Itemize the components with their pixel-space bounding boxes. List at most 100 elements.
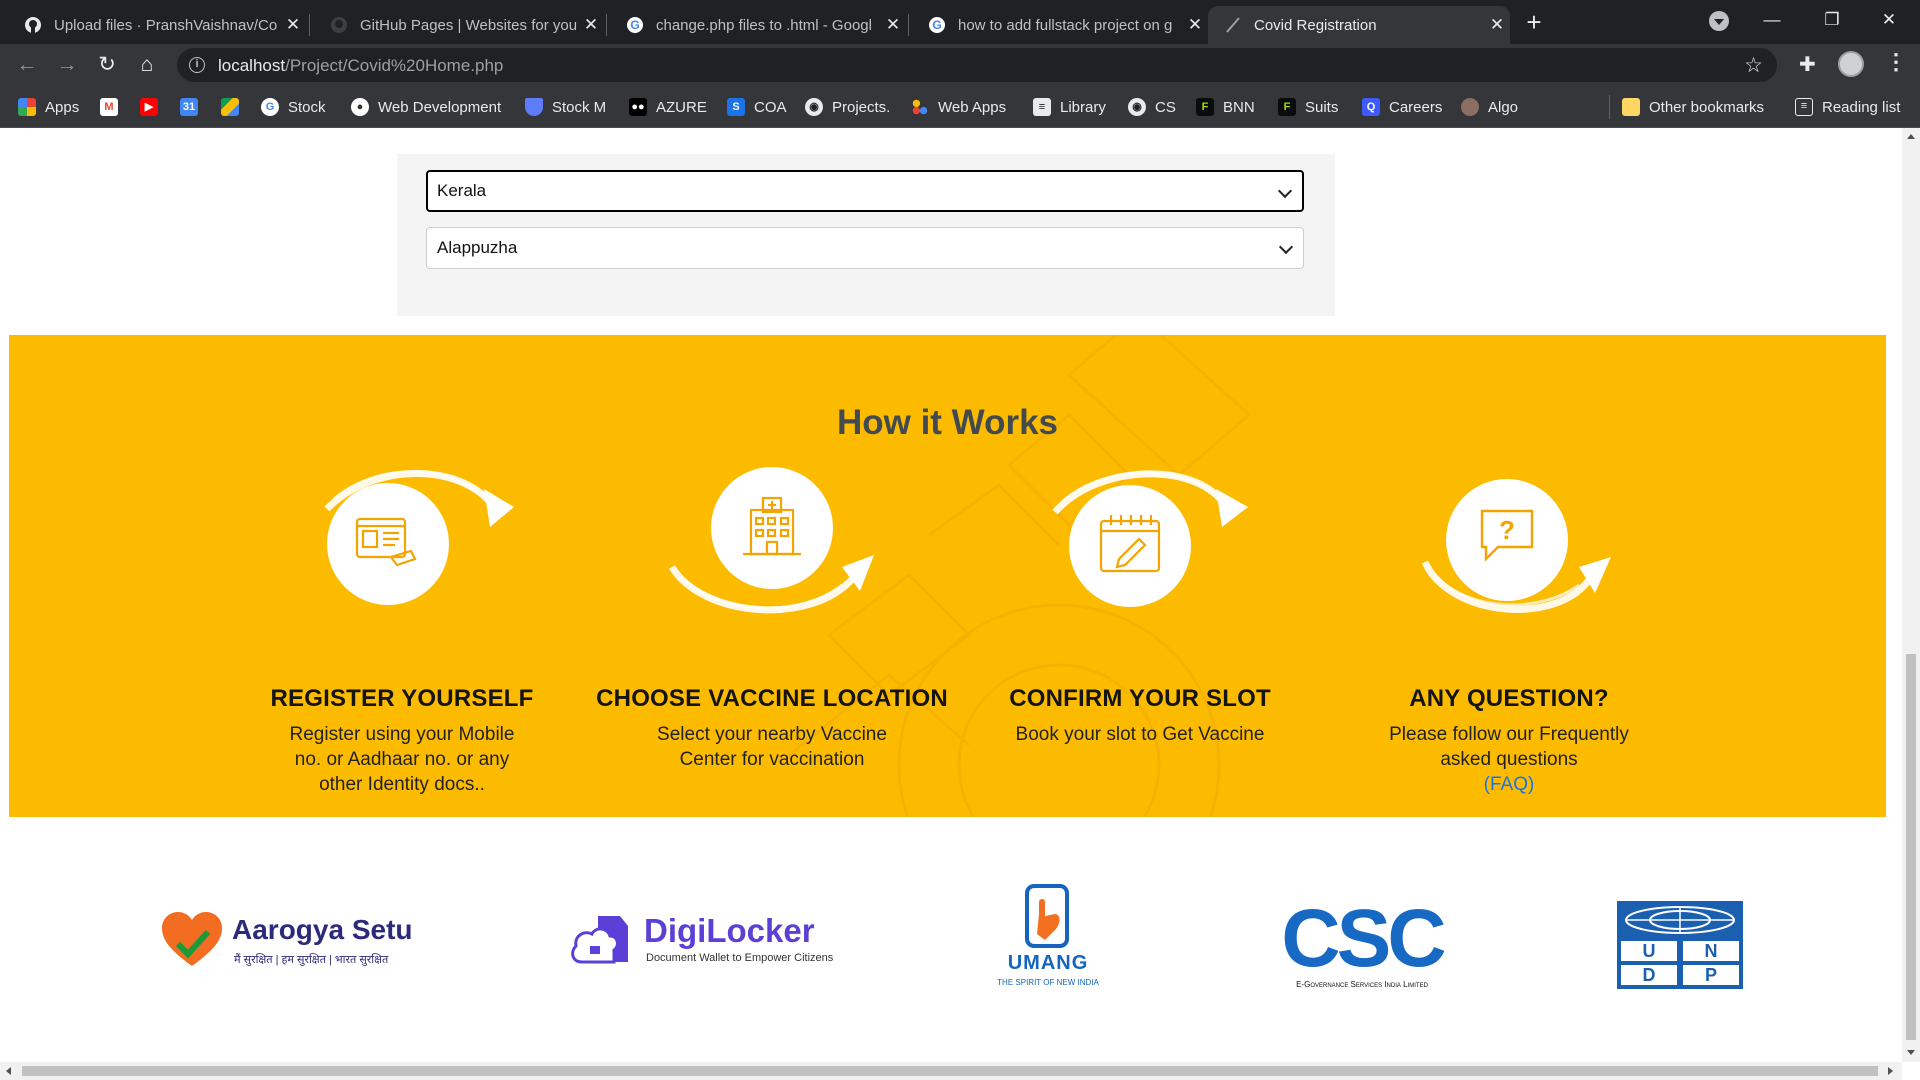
undp-logo[interactable]: U N D P <box>1617 901 1743 989</box>
forward-icon[interactable]: → <box>51 49 83 81</box>
close-icon[interactable]: ✕ <box>578 15 604 35</box>
step-description: Book your slot to Get Vaccine <box>1015 724 1265 745</box>
browser-tab-4[interactable]: G how to add fullstack project on g ✕ <box>912 6 1208 44</box>
scroll-up-icon[interactable] <box>1907 134 1915 139</box>
how-it-works-section: How it Works REGISTER YOURSELF Register … <box>9 335 1886 817</box>
csc-logo[interactable]: CSC E-Governance Services India Limited <box>1272 898 1452 996</box>
browser-tab-active[interactable]: Covid Registration ✕ <box>1208 6 1510 44</box>
google-icon: G <box>928 16 946 34</box>
window-close-icon[interactable]: ✕ <box>1866 0 1912 40</box>
close-icon[interactable]: ✕ <box>1182 15 1208 35</box>
google-icon: G <box>261 98 279 116</box>
step-description: Register using your Mobile no. or Aadhaa… <box>289 724 515 795</box>
restore-icon[interactable]: ❐ <box>1809 0 1855 40</box>
back-icon[interactable]: ← <box>11 49 43 81</box>
browser-tab-1[interactable]: Upload files · PranshVaishnav/Co ✕ <box>8 6 306 44</box>
bookmark-suits[interactable]: F Suits <box>1278 95 1338 119</box>
id-card-icon <box>355 517 417 567</box>
vertical-scrollbar[interactable] <box>1902 128 1920 1062</box>
bookmark-youtube[interactable]: ▶ <box>140 95 167 119</box>
bookmark-library[interactable]: ≡ Library <box>1033 95 1106 119</box>
bookmark-label: Stock <box>288 98 326 116</box>
reading-list[interactable]: ≡ Reading list <box>1795 95 1900 119</box>
other-bookmarks[interactable]: Other bookmarks <box>1622 95 1764 119</box>
step-any-question: ? ANY QUESTION? Please follow our Freque… <box>1329 467 1689 797</box>
aarogya-setu-logo[interactable]: Aarogya Setu मैं सुरक्षित | हम सुरक्षित … <box>160 912 413 972</box>
reload-icon[interactable]: ↻ <box>91 49 123 81</box>
faq-link[interactable]: (FAQ) <box>1484 774 1535 795</box>
umang-logo[interactable]: UMANG THE SPIRIT OF NEW INDIA <box>983 884 1113 998</box>
address-bar[interactable]: i localhost/Project/Covid%20Home.php ☆ <box>177 48 1777 82</box>
bookmark-web-development[interactable]: ● Web Development <box>351 95 501 119</box>
close-icon[interactable]: ✕ <box>880 15 906 35</box>
bookmark-cs[interactable]: ◉ CS <box>1128 95 1176 119</box>
horizontal-scroll-thumb[interactable] <box>22 1066 1878 1076</box>
digilocker-logo[interactable]: DigiLocker Document Wallet to Empower Ci… <box>568 912 833 972</box>
bookmark-careers[interactable]: Q Careers <box>1362 95 1442 119</box>
bookmark-stock-m[interactable]: Stock M <box>525 95 606 119</box>
bookmark-apps[interactable]: Apps <box>18 95 79 119</box>
calendar-edit-icon <box>1099 515 1161 573</box>
scroll-right-icon[interactable] <box>1888 1067 1893 1075</box>
browser-tab-3[interactable]: G change.php files to .html - Googl ✕ <box>610 6 906 44</box>
bookmark-drive[interactable] <box>221 95 248 119</box>
url-path: /Project/Covid%20Home.php <box>285 56 504 75</box>
tab-search-icon[interactable] <box>1709 11 1729 31</box>
url-text[interactable]: localhost/Project/Covid%20Home.php <box>218 56 503 76</box>
folder-icon <box>1622 98 1640 116</box>
step-illustration <box>222 467 582 627</box>
f-icon: F <box>1196 98 1214 116</box>
bookmark-label: Suits <box>1305 98 1339 116</box>
tab-divider <box>606 14 607 36</box>
bookmark-gmail[interactable]: M <box>100 95 127 119</box>
scroll-down-icon[interactable] <box>1907 1050 1915 1055</box>
medium-icon: ●● <box>629 98 647 116</box>
bookmark-bnn[interactable]: F BNN <box>1196 95 1255 119</box>
state-select[interactable]: Kerala <box>426 170 1304 212</box>
horizontal-scrollbar[interactable] <box>0 1062 1902 1080</box>
bookmark-calendar[interactable]: 31 <box>180 95 207 119</box>
bookmark-azure[interactable]: ●● AZURE <box>629 95 707 119</box>
minimize-icon[interactable]: — <box>1749 0 1795 40</box>
bookmark-label: BNN <box>1223 98 1255 116</box>
gmail-icon: M <box>100 98 118 116</box>
bookmark-web-apps[interactable]: Web Apps <box>911 95 1006 119</box>
bookmark-label: Apps <box>45 98 80 116</box>
site-info-icon[interactable]: i <box>189 57 205 73</box>
bookmark-label: COA <box>754 98 787 116</box>
f-icon: F <box>1278 98 1296 116</box>
new-tab-button[interactable]: + <box>1518 6 1550 38</box>
browser-tab-2[interactable]: GitHub Pages | Websites for you ✕ <box>314 6 604 44</box>
drive-icon <box>221 98 239 116</box>
bookmark-projects[interactable]: ◉ Projects. <box>805 95 890 119</box>
profile-avatar[interactable] <box>1838 51 1864 77</box>
hospital-icon <box>743 496 801 556</box>
page-viewport: Kerala Alappuzha How it Works REGISTER Y… <box>0 128 1902 1062</box>
s-icon: S <box>727 98 745 116</box>
aarogya-setu-name: Aarogya Setu <box>232 914 413 945</box>
digilocker-name: DigiLocker <box>644 912 815 949</box>
emblem-icon <box>1461 98 1479 116</box>
umang-name: UMANG <box>1007 952 1089 974</box>
svg-text:G: G <box>630 18 639 32</box>
tab-divider <box>309 14 310 36</box>
tab-title: Upload files · PranshVaishnav/Co <box>54 16 278 34</box>
menu-icon[interactable]: ⋮ <box>1885 49 1907 75</box>
svg-text:?: ? <box>1499 515 1515 545</box>
bookmark-stock[interactable]: G Stock <box>261 95 326 119</box>
dots-icon <box>911 98 929 116</box>
step-heading: ANY QUESTION? <box>1409 685 1609 712</box>
scroll-left-icon[interactable] <box>6 1067 11 1075</box>
github-icon: ◉ <box>805 98 823 116</box>
district-select[interactable]: Alappuzha <box>426 227 1304 269</box>
heart-icon <box>162 912 222 966</box>
bookmark-coa[interactable]: S COA <box>727 95 787 119</box>
home-icon[interactable]: ⌂ <box>131 49 163 81</box>
bookmark-star-icon[interactable]: ☆ <box>1744 53 1763 78</box>
extensions-icon[interactable]: ✚ <box>1799 52 1816 77</box>
close-icon[interactable]: ✕ <box>1484 15 1510 35</box>
step-description: Select your nearby Vaccine Center for va… <box>657 724 887 770</box>
vertical-scroll-thumb[interactable] <box>1906 654 1916 1040</box>
bookmark-algo[interactable]: Algo <box>1461 95 1518 119</box>
close-icon[interactable]: ✕ <box>280 15 306 35</box>
